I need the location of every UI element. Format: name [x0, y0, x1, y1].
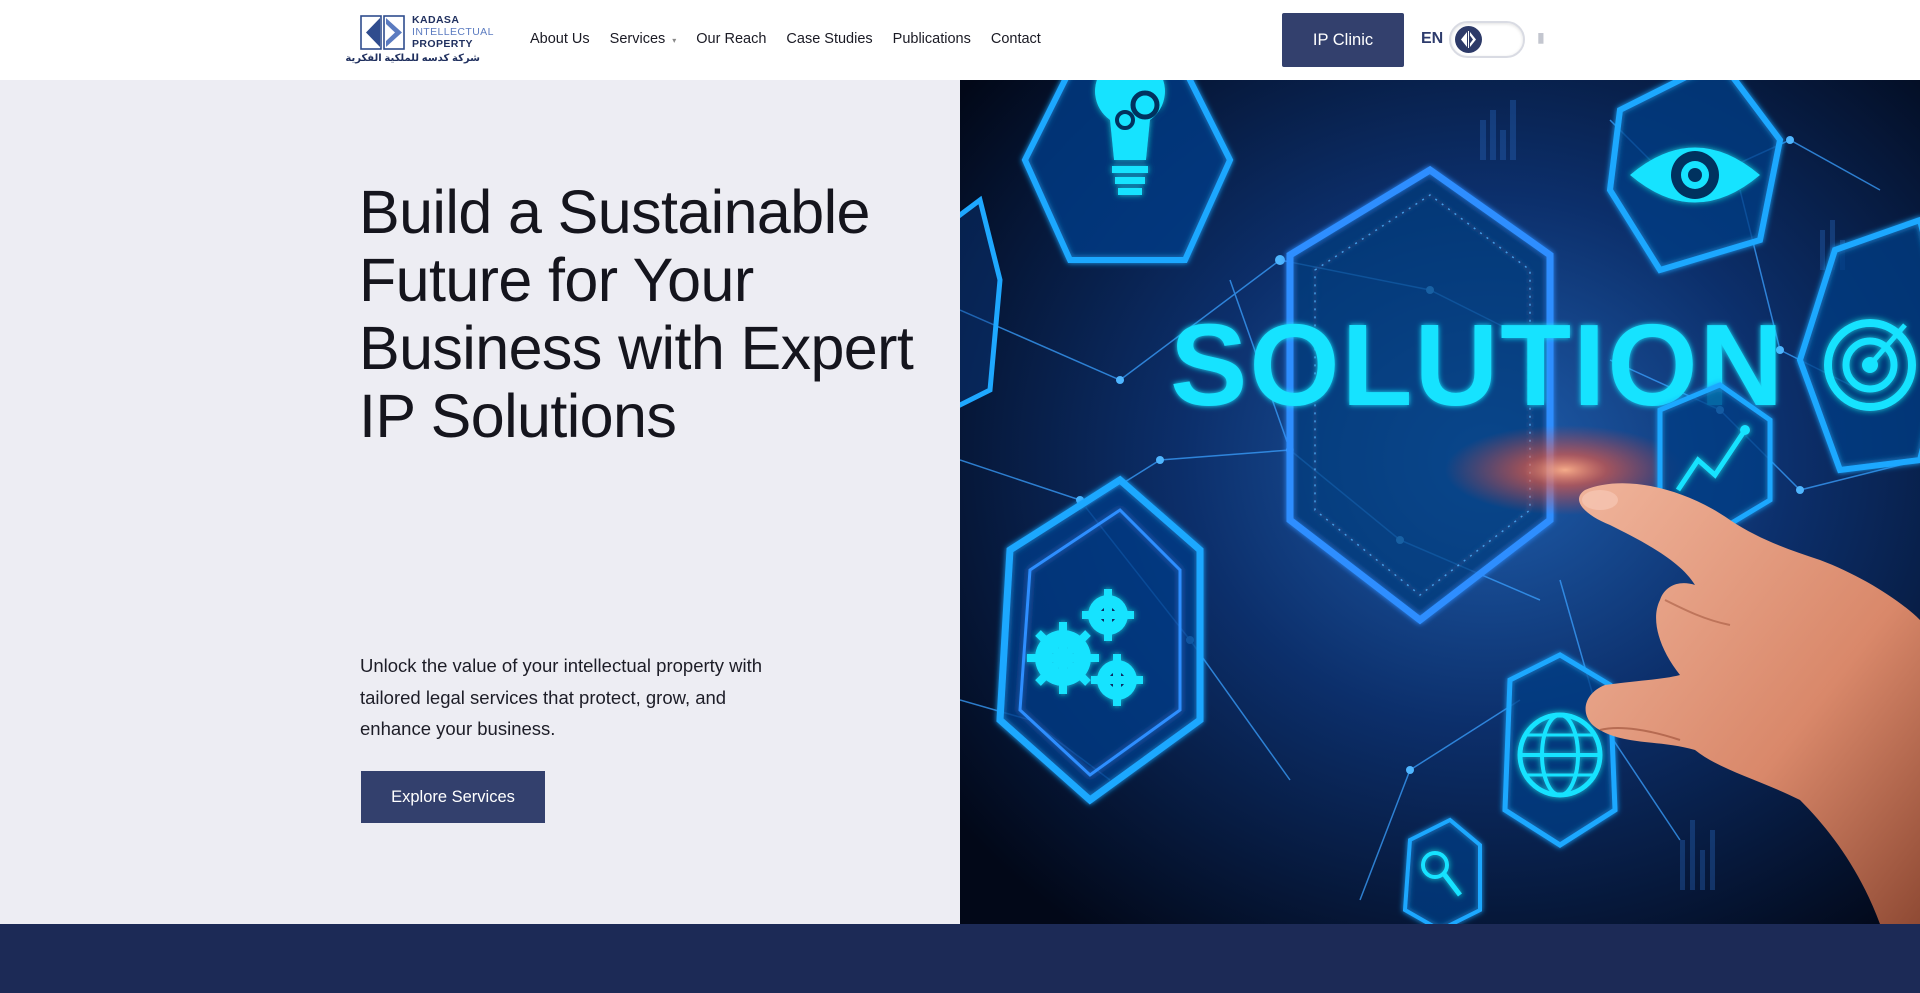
logo-line-3: PROPERTY: [412, 38, 473, 50]
hero-description: Unlock the value of your intellectual pr…: [360, 655, 763, 739]
nav-our-reach[interactable]: Our Reach: [696, 31, 766, 47]
nav-publications[interactable]: Publications: [893, 31, 971, 47]
logo-line-1: KADASA: [412, 14, 460, 26]
nav-about-us[interactable]: About Us: [530, 31, 590, 47]
search-icon[interactable]: ▮: [1537, 29, 1545, 46]
nav-contact[interactable]: Contact: [991, 31, 1041, 47]
hero-image: SOLUTION: [960, 80, 1920, 924]
chevron-down-icon: ▾: [672, 35, 677, 45]
main-nav: About Us Services ▾ Our Reach Case Studie…: [530, 29, 1061, 49]
site-header: KADASA INTELLECTUAL PROPERTY شركة كدسه ل…: [0, 0, 1920, 80]
ip-clinic-button[interactable]: IP Clinic: [1282, 13, 1404, 67]
logo-mark-icon: [1461, 31, 1476, 48]
next-section-band: [0, 924, 1920, 993]
language-label: EN: [1421, 30, 1444, 47]
nav-services[interactable]: Services ▾: [610, 31, 677, 47]
company-logo[interactable]: KADASA INTELLECTUAL PROPERTY شركة كدسه ل…: [345, 12, 493, 68]
nav-case-studies[interactable]: Case Studies: [786, 31, 872, 47]
hero-title: Build a Sustainable Future for Your Busi…: [359, 178, 914, 450]
logo-line-2: INTELLECTUAL: [412, 26, 494, 38]
toggle-knob: [1455, 26, 1482, 53]
solution-illustration: SOLUTION: [960, 80, 1920, 924]
logo-arabic-text: شركة كدسه للملكية الفكرية: [345, 53, 480, 64]
logo-mark-icon: [360, 15, 405, 50]
language-toggle[interactable]: [1449, 21, 1525, 58]
explore-services-button[interactable]: Explore Services: [361, 771, 545, 823]
